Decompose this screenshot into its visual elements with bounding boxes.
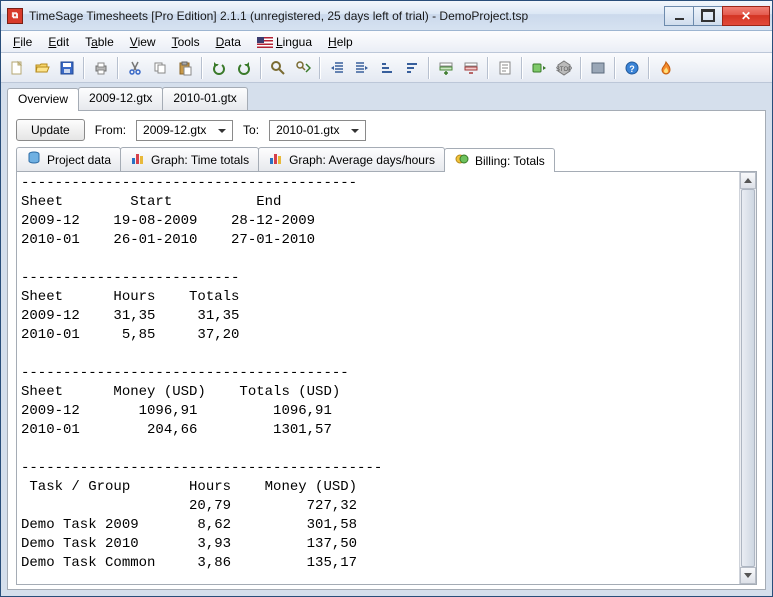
scroll-up-icon[interactable] — [740, 172, 756, 189]
toggle-panel-icon[interactable] — [586, 56, 610, 80]
vertical-scrollbar[interactable] — [739, 172, 756, 584]
paste-icon[interactable] — [173, 56, 197, 80]
subtab-avg-days[interactable]: Graph: Average days/hours — [258, 147, 445, 171]
menu-help[interactable]: Help — [320, 33, 361, 51]
content-area: Overview 2009-12.gtx 2010-01.gtx Update … — [1, 83, 772, 596]
subtab-project-data[interactable]: Project data — [16, 147, 121, 171]
properties-icon[interactable] — [493, 56, 517, 80]
svg-text:STOP: STOP — [556, 67, 572, 73]
sort-desc-icon[interactable] — [400, 56, 424, 80]
report-container: ----------------------------------------… — [16, 171, 757, 585]
money-icon — [454, 151, 470, 170]
timer-start-icon[interactable] — [527, 56, 551, 80]
print-icon[interactable] — [89, 56, 113, 80]
sort-asc-icon[interactable] — [375, 56, 399, 80]
row-delete-icon[interactable] — [459, 56, 483, 80]
subtab-billing-totals[interactable]: Billing: Totals — [444, 148, 555, 172]
save-icon[interactable] — [55, 56, 79, 80]
file-tabs: Overview 2009-12.gtx 2010-01.gtx — [7, 87, 766, 110]
open-icon[interactable] — [30, 56, 54, 80]
scroll-down-icon[interactable] — [740, 567, 756, 584]
billing-report-text: ----------------------------------------… — [17, 172, 739, 584]
find-next-icon[interactable] — [291, 56, 315, 80]
row-add-icon[interactable] — [434, 56, 458, 80]
tab-file-1[interactable]: 2009-12.gtx — [78, 87, 163, 110]
app-icon: ⧉ — [7, 8, 23, 24]
copy-icon[interactable] — [148, 56, 172, 80]
from-combo[interactable]: 2009-12.gtx — [136, 120, 233, 141]
timer-stop-icon[interactable]: STOP — [552, 56, 576, 80]
cut-icon[interactable] — [123, 56, 147, 80]
database-icon — [26, 150, 42, 169]
menu-data[interactable]: Data — [208, 33, 249, 51]
bar-chart-icon — [268, 150, 284, 169]
overview-panel: Update From: 2009-12.gtx To: 2010-01.gtx… — [7, 110, 766, 590]
tab-overview[interactable]: Overview — [7, 88, 79, 111]
toolbar: STOP ? — [1, 53, 772, 83]
scroll-thumb[interactable] — [741, 189, 755, 567]
new-icon[interactable] — [5, 56, 29, 80]
subtabs: Project data Graph: Time totals Graph: A… — [16, 147, 757, 171]
to-label: To: — [243, 123, 259, 137]
menu-edit[interactable]: Edit — [40, 33, 77, 51]
window-title: TimeSage Timesheets [Pro Edition] 2.1.1 … — [29, 9, 665, 23]
to-combo[interactable]: 2010-01.gtx — [269, 120, 366, 141]
undo-icon[interactable] — [207, 56, 231, 80]
subtab-time-totals[interactable]: Graph: Time totals — [120, 147, 259, 171]
maximize-button[interactable] — [693, 6, 723, 26]
redo-icon[interactable] — [232, 56, 256, 80]
menubar: File Edit Table View Tools Data Lingua H… — [1, 31, 772, 53]
menu-tools[interactable]: Tools — [164, 33, 208, 51]
filter-row: Update From: 2009-12.gtx To: 2010-01.gtx — [16, 119, 757, 141]
update-button[interactable]: Update — [16, 119, 85, 141]
tab-file-2[interactable]: 2010-01.gtx — [162, 87, 247, 110]
scroll-track[interactable] — [740, 189, 756, 567]
help-icon[interactable]: ? — [620, 56, 644, 80]
svg-text:?: ? — [629, 64, 635, 74]
flag-icon — [257, 37, 273, 48]
menu-lingua[interactable]: Lingua — [249, 33, 320, 51]
titlebar[interactable]: ⧉ TimeSage Timesheets [Pro Edition] 2.1.… — [1, 1, 772, 31]
bar-chart-icon — [130, 150, 146, 169]
menu-file[interactable]: File — [5, 33, 40, 51]
menu-table[interactable]: Table — [77, 33, 122, 51]
find-icon[interactable] — [266, 56, 290, 80]
minimize-button[interactable] — [664, 6, 694, 26]
close-button[interactable] — [722, 6, 770, 26]
fire-icon[interactable] — [654, 56, 678, 80]
menu-view[interactable]: View — [122, 33, 164, 51]
outdent-icon[interactable] — [325, 56, 349, 80]
from-label: From: — [95, 123, 126, 137]
indent-icon[interactable] — [350, 56, 374, 80]
